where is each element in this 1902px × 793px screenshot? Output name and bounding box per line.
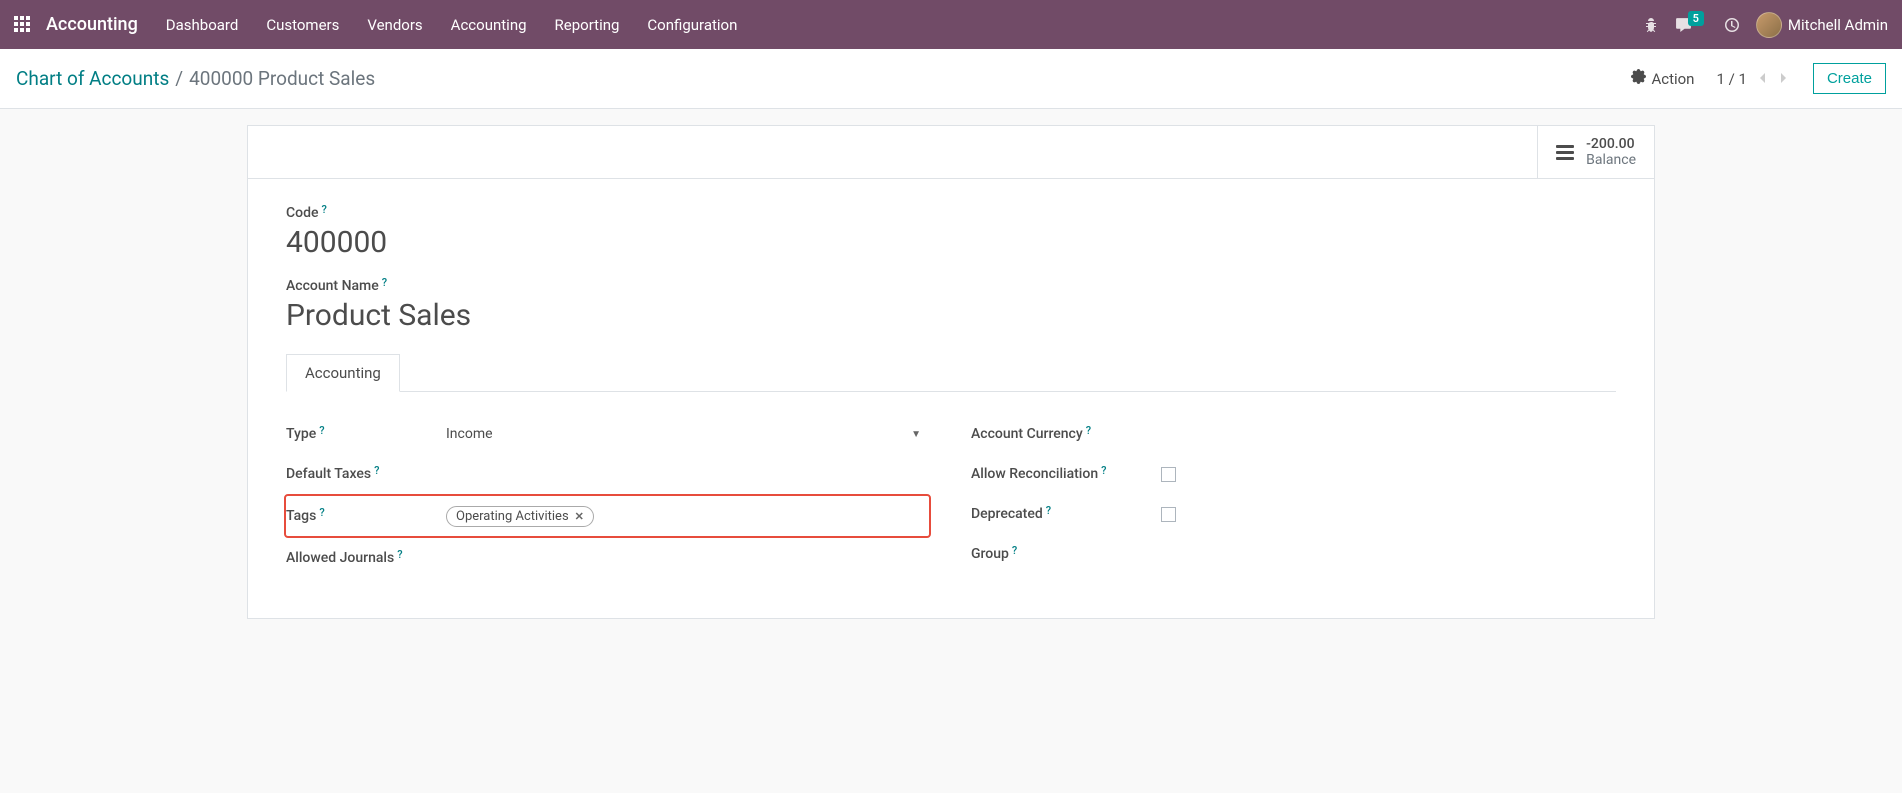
breadcrumb: Chart of Accounts / 400000 Product Sales [16, 67, 375, 90]
nav-right: 5 Mitchell Admin [1643, 12, 1888, 38]
notification-badge: 5 [1688, 11, 1704, 26]
clock-icon[interactable] [1724, 17, 1740, 33]
bars-icon [1556, 145, 1574, 160]
app-name[interactable]: Accounting [46, 14, 138, 35]
help-icon[interactable]: ? [382, 276, 387, 289]
currency-label: Account Currency [971, 426, 1083, 442]
type-row: Type ? Income ▼ [286, 414, 931, 454]
chevron-down-icon: ▼ [911, 429, 921, 440]
help-icon[interactable]: ? [319, 424, 324, 437]
nav-configuration[interactable]: Configuration [647, 16, 737, 34]
code-field: Code ? 400000 [286, 205, 1616, 260]
group-row: Group ? [971, 534, 1616, 574]
action-label: Action [1651, 70, 1694, 88]
help-icon[interactable]: ? [1086, 424, 1091, 437]
right-column: Account Currency ? Allow Reconciliation … [971, 414, 1616, 578]
help-icon[interactable]: ? [397, 548, 402, 561]
bug-icon[interactable] [1643, 17, 1659, 33]
type-label: Type [286, 426, 316, 442]
deprecated-checkbox[interactable] [1161, 507, 1176, 522]
balance-label: Balance [1586, 152, 1636, 168]
pager: 1 / 1 [1716, 67, 1791, 91]
balance-value: -200.00 [1586, 136, 1636, 152]
tab-accounting[interactable]: Accounting [286, 354, 400, 392]
create-button[interactable]: Create [1813, 63, 1886, 94]
default-taxes-label: Default Taxes [286, 466, 371, 482]
nav-reporting[interactable]: Reporting [555, 16, 620, 34]
pager-value[interactable]: 1 / 1 [1716, 70, 1747, 88]
type-value: Income [446, 426, 493, 442]
breadcrumb-current: 400000 Product Sales [189, 67, 375, 90]
nav-accounting[interactable]: Accounting [451, 16, 527, 34]
pager-prev-icon[interactable] [1755, 67, 1769, 91]
tag-text: Operating Activities [456, 509, 569, 524]
name-field: Account Name ? Product Sales [286, 278, 1616, 333]
gear-icon [1631, 69, 1646, 88]
name-value[interactable]: Product Sales [286, 298, 1616, 333]
breadcrumb-sep: / [175, 67, 183, 90]
nav-items: Dashboard Customers Vendors Accounting R… [166, 16, 1643, 34]
messaging-icon[interactable]: 5 [1675, 16, 1708, 33]
control-panel-right: Action 1 / 1 Create [1631, 63, 1886, 94]
top-nav: Accounting Dashboard Customers Vendors A… [0, 0, 1902, 49]
tags-input[interactable]: Operating Activities ✕ [446, 506, 921, 527]
default-taxes-row: Default Taxes ? [286, 454, 931, 494]
control-panel: Chart of Accounts / 400000 Product Sales… [0, 49, 1902, 109]
nav-dashboard[interactable]: Dashboard [166, 16, 239, 34]
tabs: Accounting [286, 353, 1616, 392]
allowed-journals-row: Allowed Journals ? [286, 538, 931, 578]
allow-recon-row: Allow Reconciliation ? [971, 454, 1616, 494]
deprecated-label: Deprecated [971, 506, 1043, 522]
pager-next-icon[interactable] [1777, 67, 1791, 91]
avatar [1756, 12, 1782, 38]
type-input[interactable]: Income ▼ [446, 426, 931, 442]
statusbar: -200.00 Balance [248, 126, 1654, 179]
left-column: Type ? Income ▼ Default Taxes ? [286, 414, 931, 578]
tag-remove-icon[interactable]: ✕ [575, 510, 584, 523]
tags-label: Tags [286, 508, 316, 524]
main-wrap: -200.00 Balance Code ? 400000 Account Na… [0, 109, 1902, 619]
help-icon[interactable]: ? [321, 203, 326, 216]
help-icon[interactable]: ? [374, 464, 379, 477]
group-label: Group [971, 546, 1009, 562]
currency-row: Account Currency ? [971, 414, 1616, 454]
user-menu[interactable]: Mitchell Admin [1756, 12, 1888, 38]
allow-recon-checkbox[interactable] [1161, 467, 1176, 482]
allow-recon-label: Allow Reconciliation [971, 466, 1098, 482]
help-icon[interactable]: ? [1012, 544, 1017, 557]
action-button[interactable]: Action [1631, 69, 1694, 88]
user-name: Mitchell Admin [1788, 16, 1888, 34]
name-label: Account Name [286, 278, 379, 294]
help-icon[interactable]: ? [319, 506, 324, 519]
code-label: Code [286, 205, 318, 221]
tags-highlight: Tags ? Operating Activities ✕ [284, 494, 931, 538]
form-card: -200.00 Balance Code ? 400000 Account Na… [247, 125, 1655, 619]
form-body: Code ? 400000 Account Name ? Product Sal… [248, 179, 1654, 618]
tab-content: Type ? Income ▼ Default Taxes ? [286, 392, 1616, 578]
deprecated-row: Deprecated ? [971, 494, 1616, 534]
help-icon[interactable]: ? [1046, 504, 1051, 517]
breadcrumb-parent[interactable]: Chart of Accounts [16, 67, 169, 90]
code-value[interactable]: 400000 [286, 225, 1616, 260]
apps-menu-icon[interactable] [14, 16, 32, 34]
balance-info: -200.00 Balance [1586, 136, 1636, 168]
nav-customers[interactable]: Customers [266, 16, 339, 34]
nav-vendors[interactable]: Vendors [367, 16, 422, 34]
tag-chip: Operating Activities ✕ [446, 506, 594, 527]
tags-row: Tags ? Operating Activities ✕ [286, 502, 921, 530]
balance-button[interactable]: -200.00 Balance [1537, 126, 1654, 178]
allowed-journals-label: Allowed Journals [286, 550, 394, 566]
help-icon[interactable]: ? [1101, 464, 1106, 477]
